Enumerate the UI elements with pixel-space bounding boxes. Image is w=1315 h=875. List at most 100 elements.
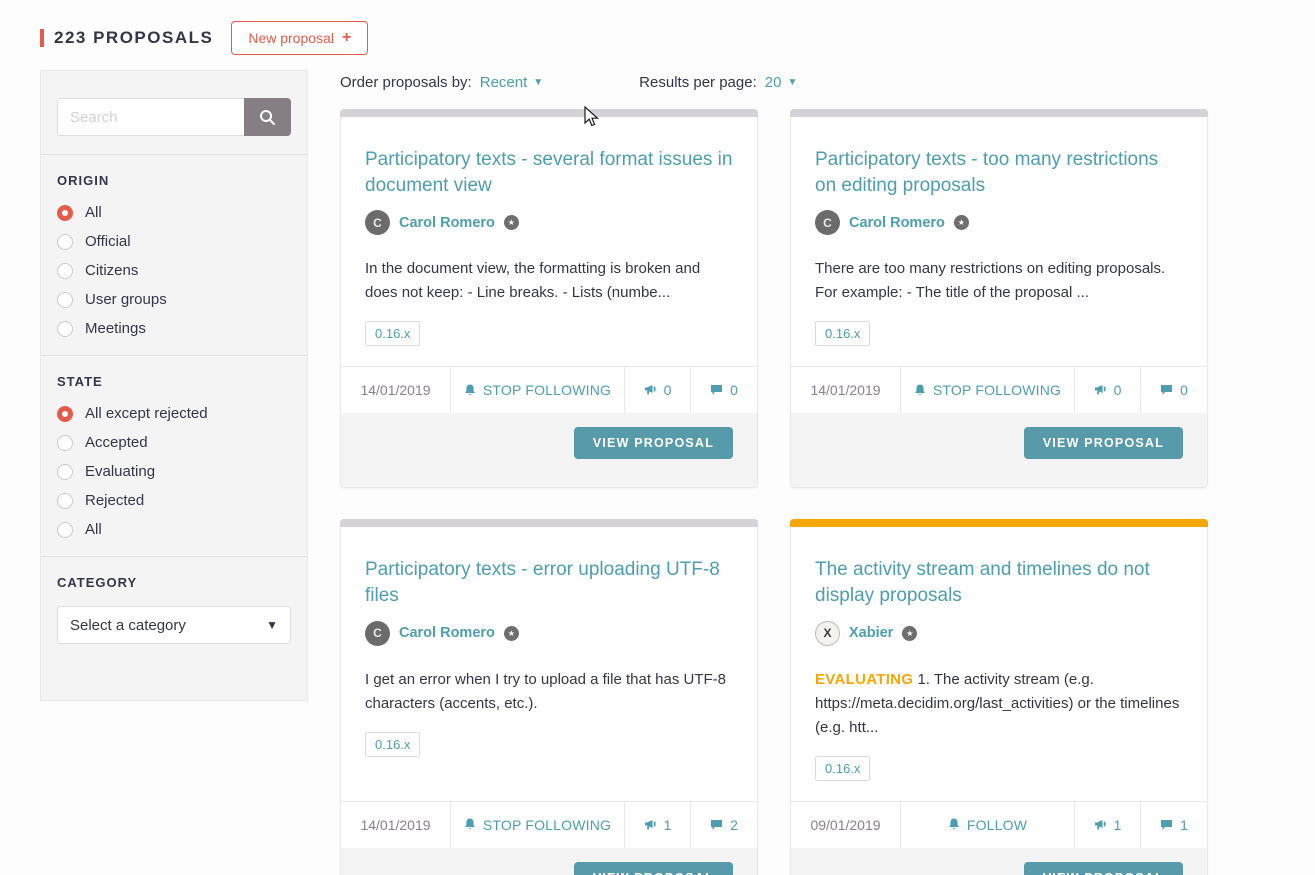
author-row: C Carol Romero ★ (365, 210, 733, 235)
endorsements-count[interactable]: 1 (1075, 802, 1141, 848)
view-proposal-button[interactable]: VIEW PROPOSAL (574, 862, 733, 875)
bell-icon (464, 818, 476, 831)
card-accent-bar (790, 519, 1208, 527)
version-tag[interactable]: 0.16.x (815, 756, 870, 781)
endorsements-count[interactable]: 0 (1075, 367, 1141, 413)
divider (41, 556, 307, 557)
verified-badge-icon: ★ (504, 626, 519, 641)
bell-icon (464, 384, 476, 397)
avatar[interactable]: C (365, 621, 390, 646)
proposals-count-title: 223 PROPOSALS (54, 28, 213, 48)
proposal-card: Participatory texts - several format iss… (340, 109, 758, 488)
origin-option-citizens[interactable]: Citizens (57, 262, 291, 279)
order-by-dropdown[interactable]: Recent ▼ (480, 74, 543, 91)
category-select-value: Select a category (70, 617, 186, 634)
state-option-accepted[interactable]: Accepted (57, 434, 291, 451)
proposal-title[interactable]: Participatory texts - too many restricti… (815, 147, 1183, 198)
per-page-dropdown[interactable]: 20 ▼ (765, 74, 798, 91)
radio-icon (57, 493, 73, 509)
category-select[interactable]: Select a category ▼ (57, 606, 291, 644)
chevron-down-icon: ▼ (266, 618, 278, 632)
proposal-title[interactable]: Participatory texts - several format iss… (365, 147, 733, 198)
verified-badge-icon: ★ (902, 626, 917, 641)
state-option-all[interactable]: All (57, 521, 291, 538)
view-proposal-button[interactable]: VIEW PROPOSAL (574, 427, 733, 459)
proposal-date: 09/01/2019 (791, 802, 901, 848)
state-option-all-except-rejected[interactable]: All except rejected (57, 405, 291, 422)
status-badge: EVALUATING (815, 671, 913, 688)
origin-option-meetings[interactable]: Meetings (57, 320, 291, 337)
results-toolbar: Order proposals by: Recent ▼ Results per… (340, 70, 1208, 91)
divider (41, 154, 307, 155)
state-option-rejected[interactable]: Rejected (57, 492, 291, 509)
state-heading: STATE (57, 374, 291, 389)
comments-count[interactable]: 1 (1141, 802, 1207, 848)
version-tag[interactable]: 0.16.x (365, 321, 420, 346)
follow-button[interactable]: STOP FOLLOWING (451, 367, 625, 413)
avatar[interactable]: C (365, 210, 390, 235)
card-actions: VIEW PROPOSAL (341, 413, 757, 487)
proposal-title[interactable]: Participatory texts - error uploading UT… (365, 557, 733, 608)
proposal-title[interactable]: The activity stream and timelines do not… (815, 557, 1183, 608)
follow-button[interactable]: FOLLOW (901, 802, 1075, 848)
card-footer: 14/01/2019 STOP FOLLOWING 0 0 (791, 366, 1207, 413)
card-actions: VIEW PROPOSAL (791, 848, 1207, 875)
comment-icon (710, 819, 723, 831)
proposal-date: 14/01/2019 (341, 367, 451, 413)
comments-count[interactable]: 0 (1141, 367, 1207, 413)
radio-icon (57, 435, 73, 451)
avatar[interactable]: X (815, 621, 840, 646)
bell-icon (948, 818, 960, 831)
version-tag[interactable]: 0.16.x (365, 732, 420, 757)
author-name[interactable]: Carol Romero (399, 625, 495, 641)
avatar[interactable]: C (815, 210, 840, 235)
author-name[interactable]: Carol Romero (399, 215, 495, 231)
proposal-date: 14/01/2019 (341, 802, 451, 848)
page-header: 223 PROPOSALS New proposal + (0, 0, 1315, 58)
follow-button[interactable]: STOP FOLLOWING (901, 367, 1075, 413)
category-heading: CATEGORY (57, 575, 291, 590)
per-page-label: Results per page: (639, 74, 757, 91)
origin-option-all[interactable]: All (57, 204, 291, 221)
new-proposal-button[interactable]: New proposal + (231, 21, 368, 55)
proposal-excerpt: EVALUATING 1. The activity stream (e.g. … (815, 668, 1183, 740)
megaphone-icon (644, 384, 657, 396)
card-actions: VIEW PROPOSAL (341, 848, 757, 875)
verified-badge-icon: ★ (504, 215, 519, 230)
author-name[interactable]: Xabier (849, 625, 893, 641)
verified-badge-icon: ★ (954, 215, 969, 230)
chevron-down-icon: ▼ (533, 77, 543, 88)
new-proposal-label: New proposal (248, 30, 334, 46)
comments-count[interactable]: 0 (691, 367, 757, 413)
card-footer: 14/01/2019 STOP FOLLOWING 0 0 (341, 366, 757, 413)
card-actions: VIEW PROPOSAL (791, 413, 1207, 487)
radio-icon (57, 522, 73, 538)
author-name[interactable]: Carol Romero (849, 215, 945, 231)
radio-icon (57, 292, 73, 308)
endorsements-count[interactable]: 1 (625, 802, 691, 848)
proposal-excerpt: I get an error when I try to upload a fi… (365, 668, 733, 716)
endorsements-count[interactable]: 0 (625, 367, 691, 413)
version-tag[interactable]: 0.16.x (815, 321, 870, 346)
search-input[interactable] (57, 98, 244, 136)
megaphone-icon (1094, 384, 1107, 396)
radio-icon (57, 263, 73, 279)
search-button[interactable] (244, 98, 291, 136)
author-row: C Carol Romero ★ (365, 621, 733, 646)
author-row: X Xabier ★ (815, 621, 1183, 646)
radio-checked-icon (57, 205, 73, 221)
view-proposal-button[interactable]: VIEW PROPOSAL (1024, 427, 1183, 459)
comments-count[interactable]: 2 (691, 802, 757, 848)
origin-option-user-groups[interactable]: User groups (57, 291, 291, 308)
card-footer: 14/01/2019 STOP FOLLOWING 1 2 (341, 801, 757, 848)
card-accent-bar (790, 109, 1208, 117)
divider (41, 355, 307, 356)
follow-button[interactable]: STOP FOLLOWING (451, 802, 625, 848)
view-proposal-button[interactable]: VIEW PROPOSAL (1024, 862, 1183, 875)
state-option-evaluating[interactable]: Evaluating (57, 463, 291, 480)
radio-icon (57, 321, 73, 337)
origin-option-official[interactable]: Official (57, 233, 291, 250)
card-accent-bar (340, 519, 758, 527)
order-by-label: Order proposals by: (340, 74, 472, 91)
proposal-excerpt: There are too many restrictions on editi… (815, 257, 1183, 305)
